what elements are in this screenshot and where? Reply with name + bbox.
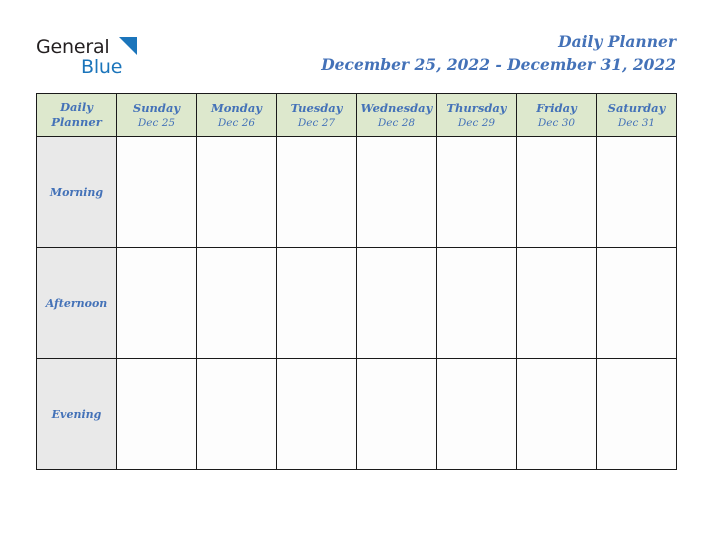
slot-cell-evening-wednesday[interactable] [356, 358, 437, 470]
column-header-monday: Monday Dec 26 [196, 93, 277, 137]
slot-cell-evening-thursday[interactable] [436, 358, 517, 470]
slot-cell-afternoon-monday[interactable] [196, 247, 277, 359]
column-header-date: Dec 26 [217, 116, 256, 129]
slot-cell-afternoon-friday[interactable] [516, 247, 597, 359]
column-header-day: Friday [536, 100, 577, 115]
slot-cell-morning-saturday[interactable] [596, 136, 677, 248]
row-label-afternoon: Afternoon [36, 247, 117, 359]
title-block: Daily Planner December 25, 2022 - Decemb… [321, 32, 676, 76]
column-header-day: Monday [211, 100, 262, 115]
slot-cell-morning-sunday[interactable] [116, 136, 197, 248]
page-title: Daily Planner [558, 32, 676, 51]
slot-cell-afternoon-saturday[interactable] [596, 247, 677, 359]
page-header: General Blue Daily Planner December 25, … [0, 0, 712, 88]
slot-cell-afternoon-thursday[interactable] [436, 247, 517, 359]
table-corner-cell: Daily Planner [36, 93, 117, 137]
daily-planner-table: Daily Planner Sunday Dec 25 Monday Dec 26 Tu… [36, 93, 677, 470]
slot-cell-evening-tuesday[interactable] [276, 358, 357, 470]
table-header-row: Daily Planner Sunday Dec 25 Monday Dec 26 Tu… [36, 93, 677, 137]
column-header-friday: Friday Dec 30 [516, 93, 597, 137]
column-header-day: Sunday [132, 100, 181, 115]
planner-table-head: Daily Planner Sunday Dec 25 Monday Dec 26 Tu… [36, 93, 677, 137]
slot-cell-morning-monday[interactable] [196, 136, 277, 248]
column-header-date: Dec 30 [537, 116, 576, 129]
column-header-day: Saturday [607, 100, 666, 115]
corner-label-line2: Planner [51, 115, 102, 129]
slot-cell-afternoon-sunday[interactable] [116, 247, 197, 359]
corner-label-line1: Daily [60, 100, 93, 114]
column-header-wednesday: Wednesday Dec 28 [356, 93, 437, 137]
table-row: Evening [36, 358, 677, 470]
column-header-date: Dec 28 [377, 116, 416, 129]
slot-cell-morning-tuesday[interactable] [276, 136, 357, 248]
column-header-tuesday: Tuesday Dec 27 [276, 93, 357, 137]
logo-text-blue: Blue [81, 56, 123, 78]
planner-table-body: Morning Afternoon Evening [36, 136, 677, 470]
column-header-date: Dec 25 [137, 116, 176, 129]
row-label-evening: Evening [36, 358, 117, 470]
table-row: Morning [36, 136, 677, 248]
table-row: Afternoon [36, 247, 677, 359]
column-header-day: Wednesday [360, 100, 433, 115]
column-header-saturday: Saturday Dec 31 [596, 93, 677, 137]
slot-cell-evening-sunday[interactable] [116, 358, 197, 470]
blue-triangle-icon [119, 37, 137, 55]
slot-cell-morning-thursday[interactable] [436, 136, 517, 248]
column-header-sunday: Sunday Dec 25 [116, 93, 197, 137]
column-header-thursday: Thursday Dec 29 [436, 93, 517, 137]
column-header-date: Dec 29 [457, 116, 496, 129]
slot-cell-morning-friday[interactable] [516, 136, 597, 248]
column-header-date: Dec 31 [617, 116, 656, 129]
slot-cell-evening-saturday[interactable] [596, 358, 677, 470]
brand-logo[interactable]: General Blue [36, 36, 206, 80]
logo-text-general: General [36, 36, 110, 58]
slot-cell-afternoon-wednesday[interactable] [356, 247, 437, 359]
column-header-day: Thursday [446, 100, 507, 115]
slot-cell-evening-friday[interactable] [516, 358, 597, 470]
row-label-morning: Morning [36, 136, 117, 248]
slot-cell-morning-wednesday[interactable] [356, 136, 437, 248]
date-range: December 25, 2022 - December 31, 2022 [321, 55, 676, 74]
column-header-day: Tuesday [290, 100, 343, 115]
column-header-date: Dec 27 [297, 116, 336, 129]
slot-cell-afternoon-tuesday[interactable] [276, 247, 357, 359]
slot-cell-evening-monday[interactable] [196, 358, 277, 470]
